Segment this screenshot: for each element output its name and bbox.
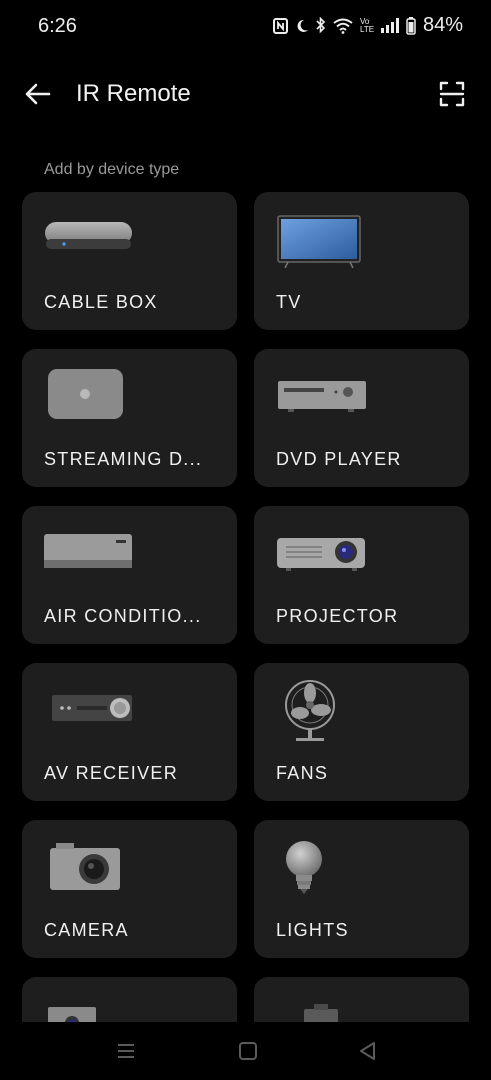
battery-icon bbox=[406, 16, 416, 35]
device-card-other[interactable] bbox=[254, 977, 469, 1022]
device-card-lights[interactable]: LIGHTS bbox=[254, 820, 469, 958]
arrow-back-icon bbox=[25, 83, 51, 105]
device-card-camera[interactable]: CAMERA bbox=[22, 820, 237, 958]
camera-icon bbox=[50, 843, 120, 890]
battery-percent: 84% bbox=[422, 14, 463, 36]
device-icon bbox=[304, 1004, 338, 1022]
streaming-device-icon bbox=[48, 369, 123, 419]
page-title: IR Remote bbox=[76, 80, 191, 107]
device-label: PROJECTOR bbox=[276, 606, 399, 626]
status-icons: Vo LTE 84% bbox=[272, 14, 463, 37]
device-card-streaming-device[interactable]: STREAMING D... bbox=[22, 349, 237, 487]
home-button[interactable] bbox=[236, 1040, 260, 1062]
device-label: FANS bbox=[276, 763, 329, 783]
recents-button[interactable] bbox=[114, 1040, 138, 1062]
dvd-player-icon bbox=[278, 381, 366, 412]
menu-lines-icon bbox=[118, 1044, 134, 1058]
section-label: Add by device type bbox=[44, 161, 180, 178]
status-time: 6:26 bbox=[38, 15, 77, 37]
device-label: TV bbox=[276, 292, 302, 312]
scan-button[interactable] bbox=[436, 78, 468, 110]
light-bulb-icon bbox=[286, 841, 322, 894]
app-bar: IR Remote bbox=[0, 60, 491, 130]
air-conditioner-icon bbox=[44, 534, 132, 568]
device-card-webcam[interactable] bbox=[22, 977, 237, 1022]
bluetooth-icon bbox=[316, 17, 326, 34]
back-nav-button[interactable] bbox=[356, 1040, 380, 1062]
device-label: AV RECEIVER bbox=[44, 763, 178, 783]
device-label: DVD PLAYER bbox=[276, 449, 402, 469]
device-label: LIGHTS bbox=[276, 920, 349, 940]
device-card-fans[interactable]: FANS bbox=[254, 663, 469, 801]
webcam-icon bbox=[48, 1007, 96, 1022]
device-card-cable-box[interactable]: CABLE BOX bbox=[22, 192, 237, 330]
signal-strength-icon bbox=[380, 18, 399, 33]
system-nav-bar bbox=[0, 1022, 491, 1080]
nfc-icon bbox=[272, 17, 288, 34]
tv-icon bbox=[277, 215, 361, 268]
device-label: CABLE BOX bbox=[44, 292, 158, 312]
volte-indicator: Vo LTE bbox=[359, 16, 375, 34]
projector-icon bbox=[277, 538, 365, 571]
triangle-back-icon bbox=[360, 1042, 375, 1060]
device-card-dvd-player[interactable]: DVD PLAYER bbox=[254, 349, 469, 487]
device-card-tv[interactable]: TV bbox=[254, 192, 469, 330]
device-card-projector[interactable]: PROJECTOR bbox=[254, 506, 469, 644]
home-square-icon bbox=[239, 1042, 257, 1060]
back-button[interactable] bbox=[22, 78, 54, 110]
device-card-av-receiver[interactable]: AV RECEIVER bbox=[22, 663, 237, 801]
cable-box-icon bbox=[45, 222, 132, 249]
device-label: STREAMING D... bbox=[44, 449, 203, 469]
fan-icon bbox=[285, 680, 335, 741]
device-grid-scroll[interactable]: CABLE BOX TV STREAMING D... DVD PLAYER A… bbox=[0, 190, 491, 1022]
av-receiver-icon bbox=[52, 695, 132, 721]
scan-icon bbox=[439, 81, 465, 107]
device-grid: CABLE BOX TV STREAMING D... DVD PLAYER A… bbox=[22, 192, 469, 1022]
do-not-disturb-moon-icon bbox=[297, 19, 308, 32]
device-card-air-conditioner[interactable]: AIR CONDITIO... bbox=[22, 506, 237, 644]
status-bar: 6:26 Vo LTE 84% bbox=[0, 0, 491, 56]
wifi-icon bbox=[333, 18, 353, 34]
device-label: CAMERA bbox=[44, 920, 129, 940]
device-label: AIR CONDITIO... bbox=[44, 606, 202, 626]
